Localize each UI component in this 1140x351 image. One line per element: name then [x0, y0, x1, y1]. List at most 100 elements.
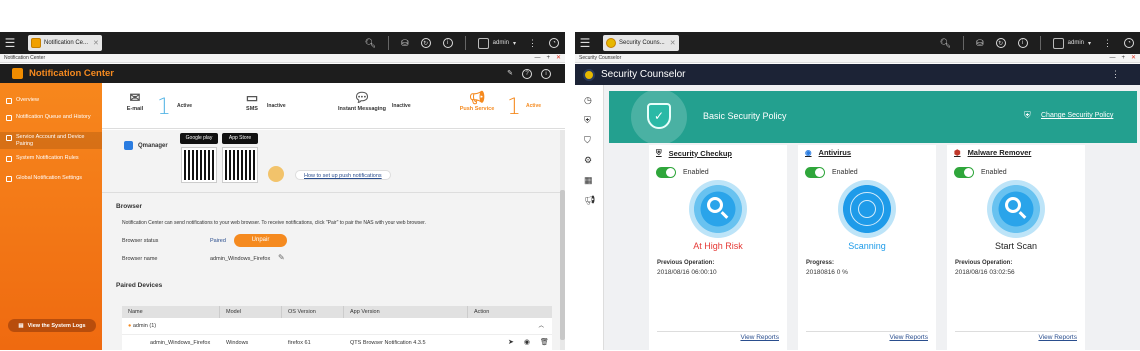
edit-icon[interactable]: ✎	[278, 253, 285, 262]
dashboard-icon[interactable]: ◔	[549, 38, 559, 48]
sidebar-item-service-account[interactable]: Service Account and Device Pairing	[0, 132, 102, 149]
tab-label: Notification Ce...	[44, 40, 89, 46]
tab-sms[interactable]: ▭ SMS	[242, 90, 262, 112]
user-menu[interactable]: admin ▾	[1052, 37, 1091, 49]
antivirus-card: ◉ Antivirus Enabled Scanning Progress: 20…	[798, 145, 936, 350]
col-action: Action	[474, 309, 490, 315]
megaphone-icon[interactable]: 📢︎	[584, 195, 595, 206]
menu-icon[interactable]: ☰	[575, 36, 595, 50]
card-title[interactable]: Antivirus	[819, 148, 852, 157]
scrollbar[interactable]	[560, 130, 565, 350]
info-icon[interactable]: i	[1017, 38, 1028, 48]
col-name[interactable]: Name	[122, 306, 220, 318]
card-status[interactable]: Start Scan	[947, 241, 1085, 251]
setup-push-link[interactable]: How to set up push notifications	[295, 170, 391, 180]
card-title[interactable]: Malware Remover	[968, 148, 1032, 157]
user-name: admin	[492, 40, 509, 46]
user-menu[interactable]: admin ▾	[477, 37, 516, 49]
more-icon[interactable]: ⋮	[528, 38, 537, 49]
menu-icon[interactable]: ☰	[0, 36, 20, 50]
taskbar-tab[interactable]: Security Couns... ✕	[603, 35, 679, 51]
sidebar-item-global[interactable]: Global Notification Settings	[0, 175, 102, 182]
qr-code-android	[181, 147, 217, 183]
close-window-icon[interactable]: ✕	[1131, 54, 1136, 63]
card-title[interactable]: Security Checkup	[669, 149, 732, 158]
tab-push-service[interactable]: 📢︎ Push Service	[457, 90, 497, 112]
browser-heading: Browser	[116, 203, 143, 210]
sidebar-item-rules[interactable]: System Notification Rules	[0, 155, 102, 162]
app-store-badge[interactable]: App Store	[222, 133, 258, 144]
info-value: 2018/08/16 03:02:56	[955, 269, 1015, 276]
user-icon	[477, 37, 489, 49]
table-row[interactable]: admin_Windows_Firefox Windows firefox 61…	[122, 334, 552, 350]
minimize-icon[interactable]: —	[1109, 54, 1115, 63]
window-titlebar: Security Counselor — + ✕	[575, 54, 1140, 63]
settings-icon[interactable]: ⚙	[584, 155, 592, 166]
more-options-icon[interactable]: ⋮	[1111, 69, 1120, 80]
tab-instant-messaging[interactable]: 💬︎ Instant Messaging	[332, 90, 392, 112]
policy-banner: ✓ Basic Security Policy ⛨ Change Securit…	[609, 89, 1137, 145]
close-icon[interactable]: ✕	[670, 39, 676, 47]
delete-icon[interactable]: 🗑︎	[540, 335, 549, 350]
view-reports-link[interactable]: View Reports	[1038, 334, 1077, 341]
antivirus-icon[interactable]: ⛉	[584, 135, 591, 146]
tab-email[interactable]: ✉ E-mail	[124, 90, 146, 112]
google-play-badge[interactable]: Google play	[180, 133, 218, 144]
security-checkup-icon[interactable]: ⛨	[584, 115, 591, 126]
enable-toggle[interactable]	[656, 167, 676, 178]
antivirus-icon: ◉	[805, 148, 812, 157]
stop-icon[interactable]: ◉	[524, 335, 530, 350]
security-checkup-card: ⛨ Security Checkup Enabled At High Risk P…	[649, 145, 787, 350]
close-window-icon[interactable]: ✕	[556, 54, 561, 63]
col-model[interactable]: Model	[220, 306, 282, 318]
help-icon[interactable]: ?	[522, 68, 532, 79]
start-scan-button[interactable]	[987, 180, 1045, 238]
apps-icon[interactable]: ▦	[584, 175, 593, 186]
sidebar-item-overview[interactable]: Overview	[0, 97, 102, 104]
main-content: ✉ E-mail 1 Active ▭ SMS Inactive 💬︎ Instant…	[102, 83, 565, 350]
maximize-icon[interactable]: +	[1121, 54, 1125, 63]
more-icon[interactable]: ⋮	[1103, 38, 1112, 49]
unpair-button[interactable]: Unpair	[234, 234, 287, 247]
sidebar-item-label: Service Account and Device Pairing	[16, 134, 85, 147]
app-logo	[12, 68, 23, 79]
close-icon[interactable]: ✕	[93, 39, 99, 47]
col-app[interactable]: App Version	[344, 306, 468, 318]
enable-toggle[interactable]	[805, 167, 825, 178]
view-reports-link[interactable]: View Reports	[740, 334, 779, 341]
about-icon[interactable]: i	[541, 68, 551, 79]
paired-devices-heading: Paired Devices	[116, 282, 163, 289]
taskbar-tab[interactable]: Notification Ce... ✕	[28, 35, 102, 51]
sync-icon[interactable]: ↻	[995, 38, 1006, 48]
magnifier-icon	[1005, 197, 1021, 213]
scan-button[interactable]	[689, 180, 747, 238]
change-policy-link[interactable]: Change Security Policy	[1041, 112, 1113, 119]
minimize-icon[interactable]: —	[534, 54, 540, 63]
change-policy-icon[interactable]: ⛨	[1024, 110, 1031, 121]
col-os[interactable]: OS Version	[282, 306, 344, 318]
stack-icon[interactable]: ⛁	[401, 38, 409, 49]
view-reports-link[interactable]: View Reports	[889, 334, 928, 341]
maximize-icon[interactable]: +	[546, 54, 550, 63]
info-value: 20180816 0 %	[806, 269, 848, 276]
checkup-shield-icon: ⛨	[656, 148, 662, 157]
dashboard-icon[interactable]: ◔	[1124, 38, 1134, 48]
search-icon[interactable]: 🔍︎	[940, 38, 951, 49]
sync-icon[interactable]: ↻	[420, 38, 431, 48]
malware-icon: ⬢	[954, 148, 961, 157]
search-icon[interactable]: 🔍︎	[365, 38, 376, 49]
info-value: 2018/08/16 06:00:10	[657, 269, 717, 276]
overview-icon[interactable]: ◷	[584, 95, 592, 106]
chevron-up-icon[interactable]: ︿	[538, 318, 544, 334]
window-label: Security Counselor	[579, 55, 622, 61]
stack-icon[interactable]: ⛁	[976, 38, 984, 49]
group-row[interactable]: ● admin (1) ︿	[122, 318, 552, 334]
scan-radar[interactable]	[838, 180, 896, 238]
sidebar-item-queue[interactable]: Notification Queue and History	[0, 114, 102, 121]
send-icon[interactable]: ➤	[508, 335, 514, 350]
info-icon[interactable]: i	[442, 38, 453, 48]
view-logs-button[interactable]: ▤ View the System Logs	[8, 319, 96, 332]
enable-toggle[interactable]	[954, 167, 974, 178]
browser-name-value: admin_Windows_Firefox	[210, 256, 271, 262]
tools-icon[interactable]: ✎	[507, 69, 513, 79]
